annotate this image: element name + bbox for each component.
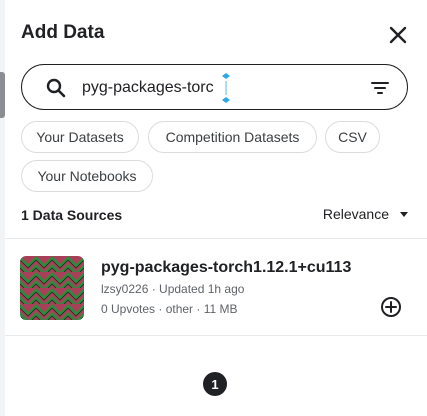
chip-csv[interactable]: CSV	[325, 121, 380, 153]
close-button[interactable]	[385, 22, 411, 48]
sort-dropdown[interactable]: Relevance	[323, 206, 409, 222]
search-icon	[46, 78, 66, 98]
chip-your-datasets[interactable]: Your Datasets	[21, 121, 139, 153]
sort-label: Relevance	[322, 206, 389, 222]
dataset-title[interactable]: pyg-packages-torch1.12.1+cu113	[101, 259, 351, 277]
add-data-panel: Add Data Your Datasets	[5, 0, 427, 416]
results-header: 1 Data Sources Relevance	[21, 206, 409, 226]
filter-icon[interactable]	[369, 77, 391, 99]
search-box[interactable]	[21, 64, 408, 110]
results-count: 1 Data Sources	[21, 207, 123, 223]
page: Add Data Your Datasets	[0, 0, 427, 416]
add-circle-icon[interactable]	[379, 295, 403, 319]
text-cursor-icon	[222, 73, 230, 103]
close-icon	[389, 26, 407, 44]
list-item[interactable]: pyg-packages-torch1.12.1+cu113 lzsy0226 …	[5, 239, 427, 335]
dataset-meta: lzsy0226 · Updated 1h ago	[101, 282, 245, 296]
search-input[interactable]	[82, 77, 342, 99]
dataset-thumbnail	[20, 256, 84, 320]
dataset-stats: 0 Upvotes · other · 11 MB	[101, 302, 238, 316]
pagination-current-page[interactable]: 1	[203, 372, 227, 396]
chip-your-notebooks[interactable]: Your Notebooks	[21, 160, 153, 192]
panel-header: Add Data	[21, 20, 411, 50]
caret-down-icon	[400, 212, 408, 217]
divider	[5, 335, 427, 336]
chip-competition-datasets[interactable]: Competition Datasets	[148, 121, 317, 153]
panel-title: Add Data	[21, 22, 105, 43]
